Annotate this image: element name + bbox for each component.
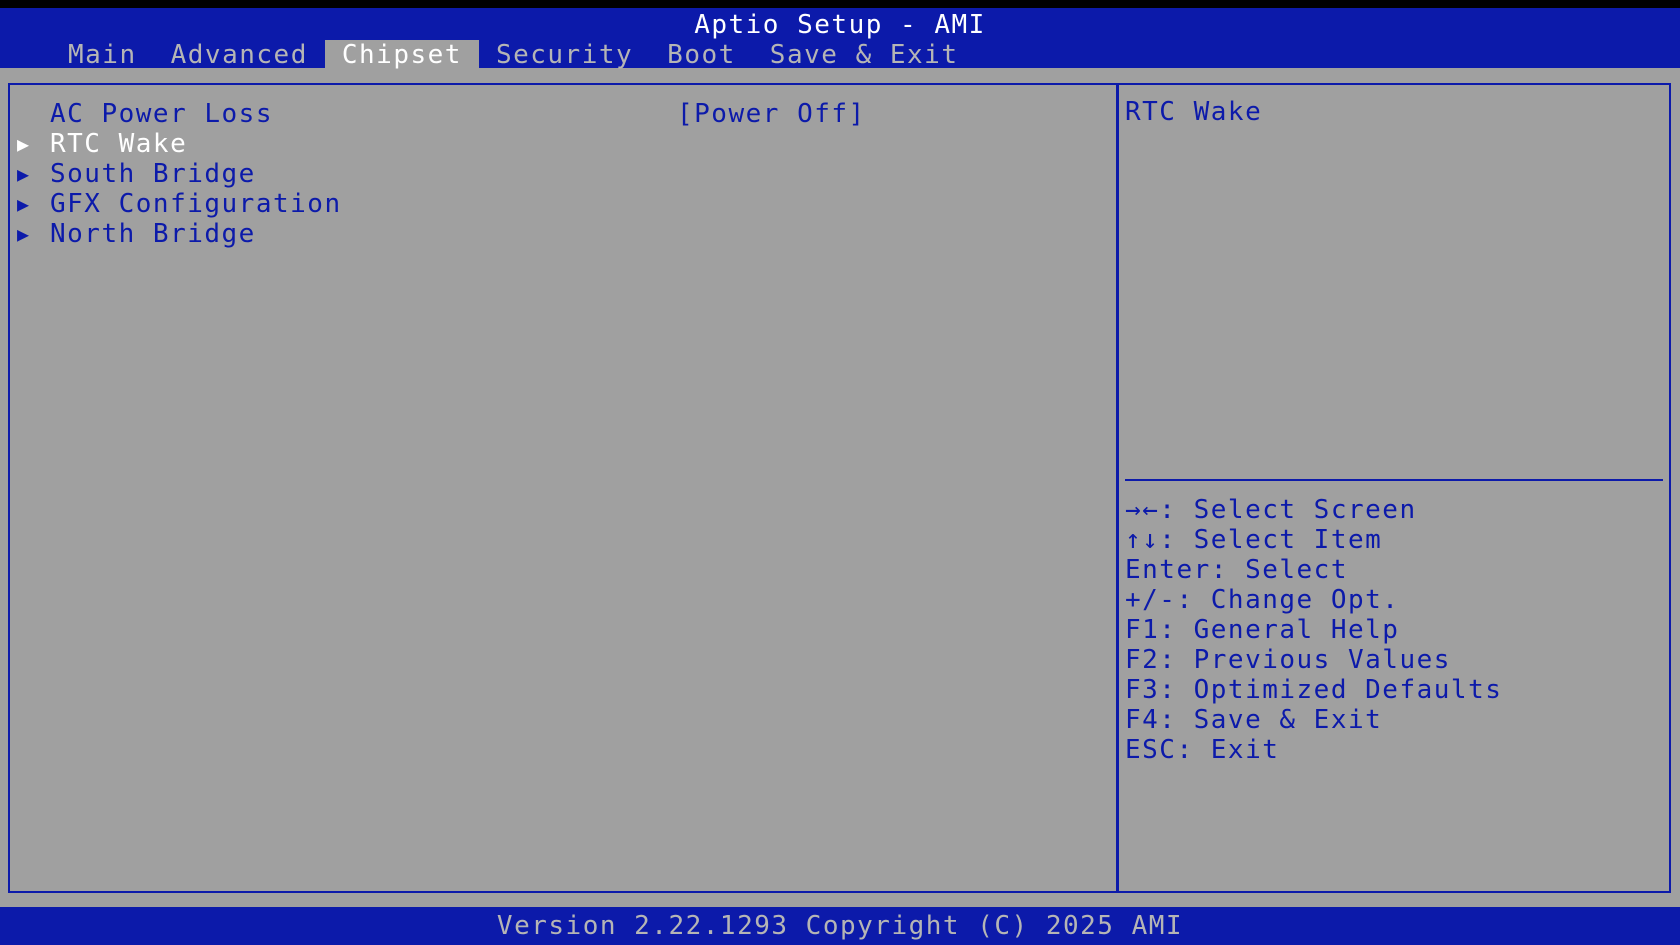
tab-advanced[interactable]: Advanced [154, 40, 325, 70]
key-hint: →←: Select Screen [1125, 495, 1417, 525]
tab-chipset[interactable]: Chipset [324, 40, 479, 70]
setting-label: AC Power Loss [50, 99, 273, 129]
submenu-gfx-configuration[interactable]: ▶ GFX Configuration [10, 189, 1116, 219]
key-hint: +/-: Change Opt. [1125, 585, 1400, 615]
right-triangle-icon: ▶ [17, 162, 31, 186]
key-hint: ESC: Exit [1125, 735, 1280, 765]
right-triangle-icon: ▶ [17, 132, 31, 156]
tab-boot[interactable]: Boot [650, 40, 753, 70]
key-hint: F4: Save & Exit [1125, 705, 1383, 735]
footer-bar: Version 2.22.1293 Copyright (C) 2025 AMI [0, 907, 1680, 945]
key-hint: F1: General Help [1125, 615, 1400, 645]
help-description: RTC Wake [1125, 97, 1263, 127]
key-hint: Enter: Select [1125, 555, 1348, 585]
submenu-south-bridge[interactable]: ▶ South Bridge [10, 159, 1116, 189]
submenu-north-bridge[interactable]: ▶ North Bridge [10, 219, 1116, 249]
key-legend: →←: Select Screen ↑↓: Select Item Enter:… [1125, 495, 1502, 765]
submenu-label: GFX Configuration [50, 189, 342, 219]
header-bar: Aptio Setup - AMI Main Advanced Chipset … [0, 8, 1680, 70]
tab-bar: Main Advanced Chipset Security Boot Save… [51, 40, 975, 70]
submenu-label: South Bridge [50, 159, 256, 189]
key-hint: F2: Previous Values [1125, 645, 1451, 675]
help-panel: RTC Wake →←: Select Screen ↑↓: Select It… [1117, 83, 1671, 893]
settings-panel: AC Power Loss [Power Off] ▶ RTC Wake ▶ S… [8, 83, 1118, 893]
setting-ac-power-loss[interactable]: AC Power Loss [Power Off] [10, 99, 1116, 129]
tab-main[interactable]: Main [51, 40, 154, 70]
key-hint: F3: Optimized Defaults [1125, 675, 1503, 705]
right-triangle-icon: ▶ [17, 222, 31, 246]
right-triangle-icon: ▶ [17, 192, 31, 216]
bios-title: Aptio Setup - AMI [694, 10, 986, 40]
tab-security[interactable]: Security [479, 40, 650, 70]
submenu-label: North Bridge [50, 219, 256, 249]
help-divider [1125, 479, 1663, 481]
submenu-label: RTC Wake [50, 129, 188, 159]
key-hint: ↑↓: Select Item [1125, 525, 1383, 555]
setting-value[interactable]: [Power Off] [677, 99, 866, 129]
tab-save-exit[interactable]: Save & Exit [753, 40, 976, 70]
version-copyright: Version 2.22.1293 Copyright (C) 2025 AMI [496, 911, 1184, 941]
submenu-rtc-wake[interactable]: ▶ RTC Wake [10, 129, 1116, 159]
bios-screen: Aptio Setup - AMI Main Advanced Chipset … [0, 8, 1680, 945]
